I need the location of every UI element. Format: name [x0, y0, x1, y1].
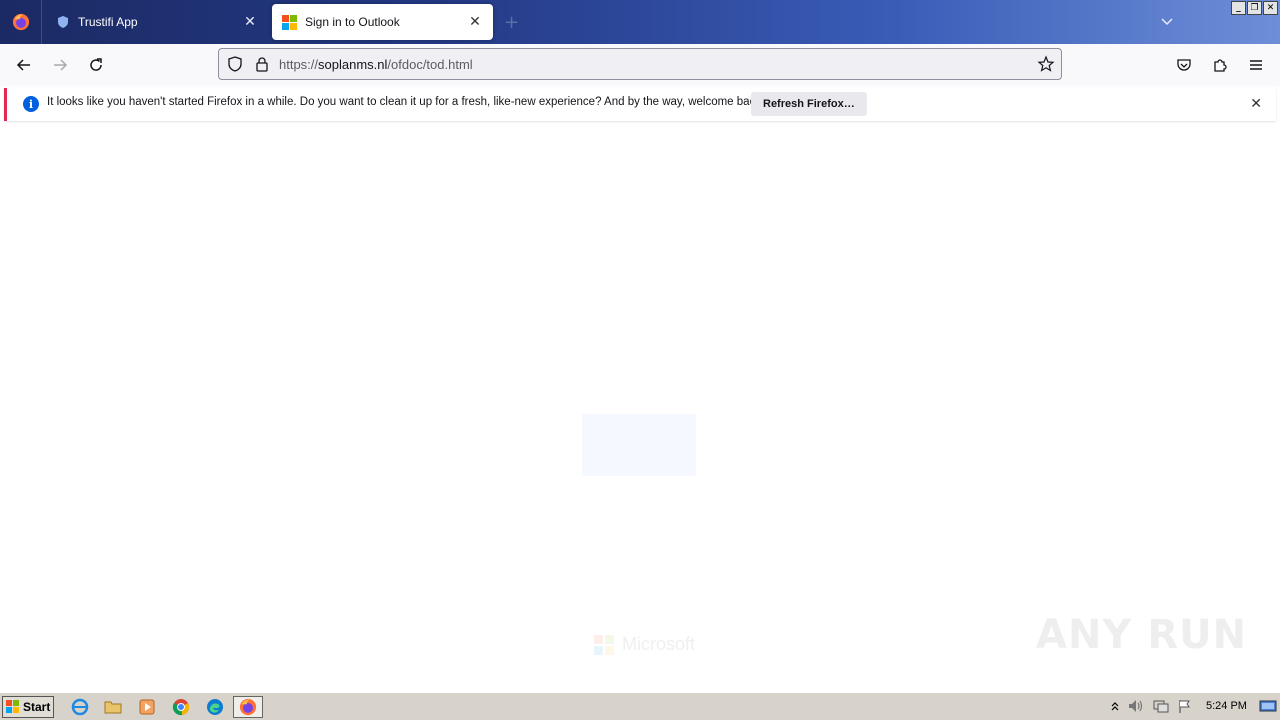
- reload-button[interactable]: [83, 52, 109, 78]
- anyrun-watermark: ANY RUN: [1036, 612, 1248, 658]
- taskbar: Start 5:24 PM: [0, 692, 1280, 720]
- taskbar-clock[interactable]: 5:24 PM: [1206, 700, 1247, 712]
- folder-icon[interactable]: [102, 697, 124, 717]
- minimize-button[interactable]: _: [1231, 1, 1246, 15]
- hamburger-menu-icon: [1250, 60, 1262, 70]
- forward-button[interactable]: [47, 52, 73, 78]
- url-bar[interactable]: https://soplanms.nl/ofdoc/tod.html: [218, 48, 1062, 80]
- url-text: https://soplanms.nl/ofdoc/tod.html: [279, 57, 473, 72]
- bookmark-star-icon[interactable]: [1037, 55, 1055, 73]
- lock-icon[interactable]: [255, 56, 269, 72]
- pocket-icon: [1177, 59, 1191, 71]
- new-tab-button[interactable]: +: [504, 12, 519, 33]
- action-center-flag-icon[interactable]: [1177, 698, 1193, 717]
- loading-card: [582, 414, 696, 476]
- internet-explorer-icon[interactable]: [69, 697, 91, 717]
- show-desktop-icon[interactable]: [1259, 698, 1277, 717]
- url-path: /ofdoc/tod.html: [387, 57, 473, 72]
- volume-icon[interactable]: [1127, 698, 1145, 717]
- list-all-tabs-icon[interactable]: [1158, 12, 1176, 30]
- url-scheme: https://: [279, 57, 319, 72]
- notification-message: It looks like you haven't started Firefo…: [47, 96, 765, 108]
- page-content: Microsoft ANY RUN: [0, 124, 1280, 692]
- microsoft-logo-icon: [594, 634, 614, 655]
- forward-arrow-icon: [54, 59, 68, 71]
- microsoft-footer: Microsoft: [594, 634, 695, 655]
- tracking-protection-shield-icon[interactable]: [227, 56, 243, 72]
- reload-icon: [90, 58, 102, 71]
- chrome-icon[interactable]: [170, 697, 192, 717]
- app-menu-button[interactable]: [1243, 52, 1269, 78]
- tab-sign-in-outlook[interactable]: Sign in to Outlook ✕: [272, 4, 493, 40]
- edge-icon[interactable]: [204, 697, 226, 717]
- tab-bar: Trustifi App ✕ Sign in to Outlook ✕ + _ …: [0, 0, 1280, 44]
- close-notification-icon[interactable]: ✕: [1250, 96, 1262, 112]
- tab-title: Sign in to Outlook: [305, 15, 400, 29]
- start-button[interactable]: Start: [2, 696, 54, 718]
- restore-button[interactable]: ❐: [1247, 1, 1262, 15]
- trustifi-shield-icon: [58, 16, 68, 28]
- puzzle-piece-icon: [1214, 59, 1227, 72]
- back-arrow-icon: [16, 59, 30, 71]
- firefox-view-button[interactable]: [0, 0, 42, 44]
- pocket-button[interactable]: [1171, 52, 1197, 78]
- tab-trustifi[interactable]: Trustifi App ✕: [46, 4, 268, 40]
- windows-logo-icon: [6, 700, 20, 714]
- extensions-button[interactable]: [1207, 52, 1233, 78]
- close-window-button[interactable]: ✕: [1263, 1, 1278, 15]
- refresh-firefox-notification: i It looks like you haven't started Fire…: [4, 88, 1276, 121]
- close-tab-icon[interactable]: ✕: [467, 14, 483, 30]
- network-icon[interactable]: [1152, 698, 1170, 717]
- start-label: Start: [23, 700, 51, 714]
- back-button[interactable]: [11, 52, 37, 78]
- info-icon: i: [23, 96, 39, 112]
- microsoft-logo-icon: [282, 14, 297, 30]
- firefox-icon: [12, 13, 29, 31]
- microsoft-wordmark: Microsoft: [622, 634, 696, 654]
- navigation-toolbar: https://soplanms.nl/ofdoc/tod.html: [0, 44, 1280, 86]
- close-tab-icon[interactable]: ✕: [242, 14, 258, 30]
- media-player-icon[interactable]: [136, 697, 158, 717]
- show-hidden-icons-icon[interactable]: [1110, 698, 1120, 717]
- tab-title: Trustifi App: [78, 15, 138, 29]
- window-controls: _ ❐ ✕: [1231, 1, 1278, 15]
- refresh-firefox-button[interactable]: Refresh Firefox…: [751, 92, 867, 116]
- firefox-icon[interactable]: [233, 696, 263, 718]
- url-domain: soplanms.nl: [318, 57, 388, 72]
